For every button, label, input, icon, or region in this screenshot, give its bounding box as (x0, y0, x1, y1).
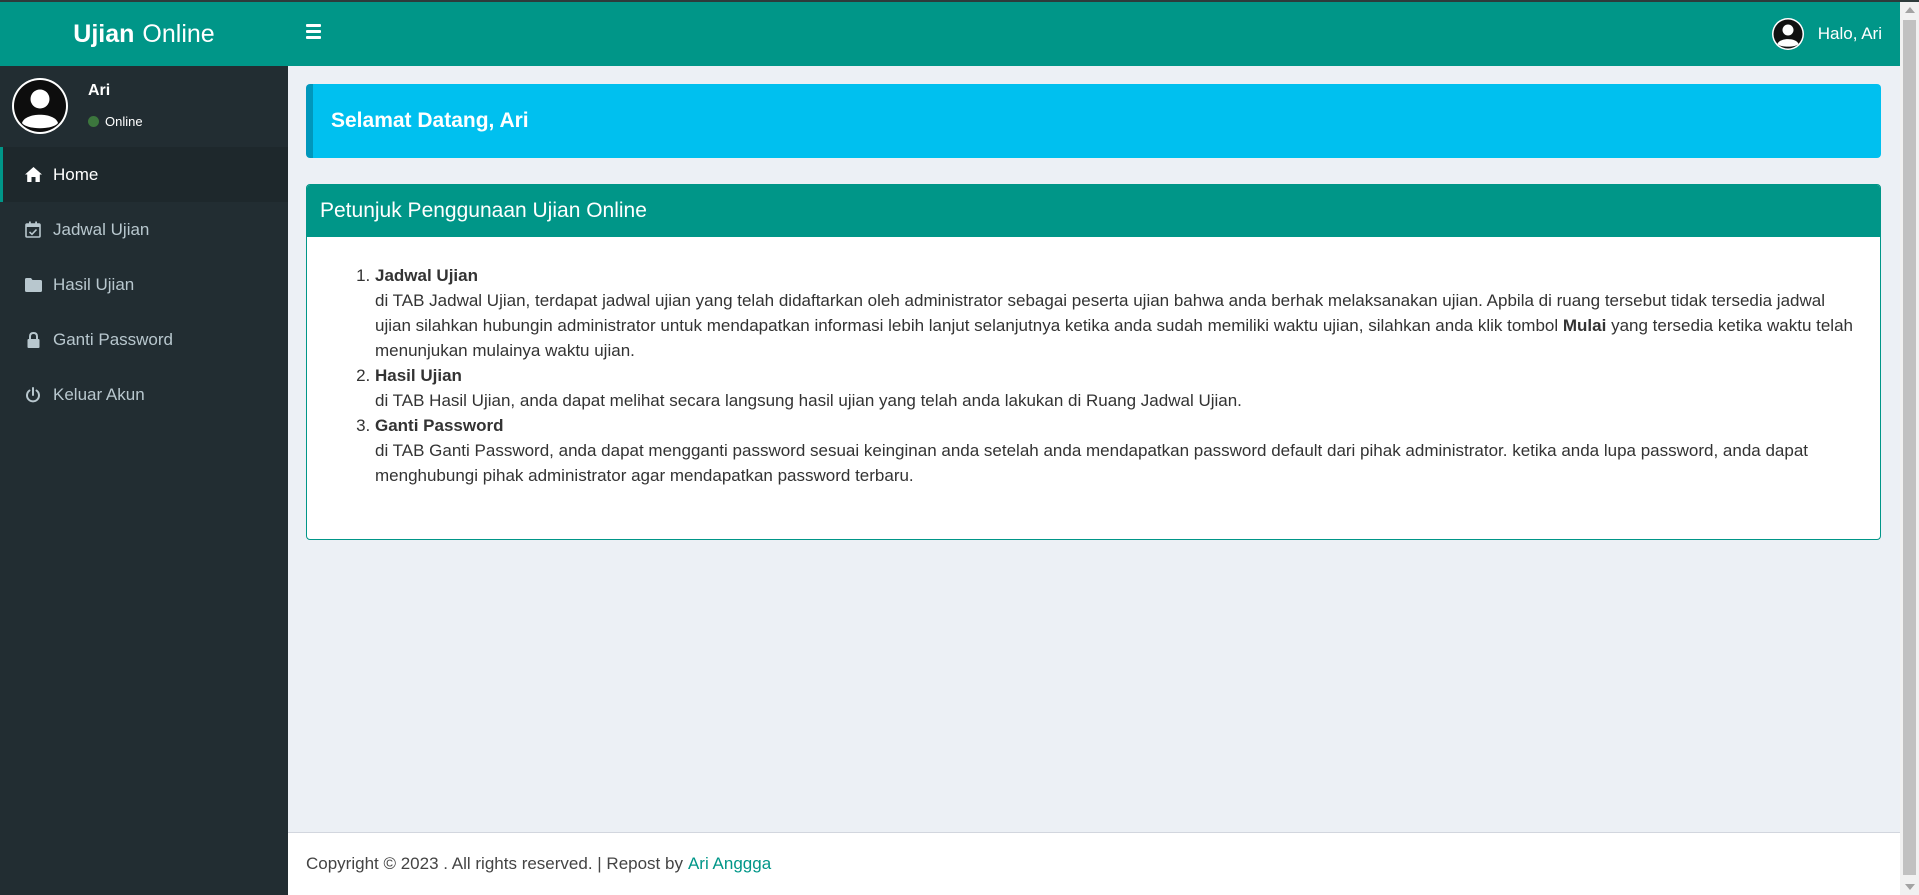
page-scrollbar[interactable] (1900, 2, 1919, 895)
sidebar-item-label: Hasil Ujian (53, 274, 135, 294)
step-text-bold: Mulai (1562, 316, 1607, 335)
sidebar-item-ganti-password[interactable]: Ganti Password (0, 312, 288, 367)
sidebar-user-name: Ari (88, 82, 111, 99)
footer-copyright: Copyright © 2023 . All rights reserved. … (306, 854, 683, 873)
sidebar-toggle-hamburger-icon[interactable] (306, 24, 324, 44)
sidebar-item-label: Home (53, 164, 99, 184)
sidebar-item-home[interactable]: Home (0, 147, 288, 202)
scrollbar-thumb[interactable] (1903, 20, 1916, 875)
guide-box: Petunjuk Penggunaan Ujian Online Jadwal … (306, 184, 1881, 540)
list-item: Hasil Ujian di TAB Hasil Ujian, anda dap… (375, 363, 1860, 413)
step-text: di TAB Ganti Password, anda dapat mengga… (375, 441, 1809, 485)
lock-icon (22, 330, 44, 350)
sidebar-item-label: Keluar Akun (53, 384, 145, 404)
user-panel: Ari Online (0, 66, 288, 146)
guide-steps-list: Jadwal Ujian di TAB Jadwal Ujian, terdap… (357, 263, 1860, 488)
step-text: di TAB Jadwal Ujian, terdapat jadwal uji… (375, 291, 1825, 335)
step-title: Hasil Ujian (375, 366, 462, 385)
sidebar-item-label: Jadwal Ujian (53, 219, 150, 239)
guide-title: Petunjuk Penggunaan Ujian Online (320, 199, 647, 222)
sidebar-item-hasil-ujian[interactable]: Hasil Ujian (0, 257, 288, 312)
logo-text: Online (142, 19, 215, 48)
scroll-up-arrow-icon[interactable] (1905, 7, 1915, 13)
online-status-label: Online (105, 114, 143, 129)
footer-author-link[interactable]: Ari Anggga (688, 854, 771, 874)
sidebar-menu: Home Jadwal Ujian Hasil Ujian Ganti Pass… (0, 147, 288, 422)
step-title: Ganti Password (375, 416, 504, 435)
home-icon (22, 165, 44, 185)
online-status: Online (88, 114, 143, 129)
welcome-callout: Selamat Datang, Ari (306, 84, 1881, 158)
top-navbar: Halo, Ari (288, 2, 1900, 66)
user-avatar-icon (1771, 18, 1804, 50)
list-item: Ganti Password di TAB Ganti Password, an… (375, 413, 1860, 488)
power-icon (22, 385, 44, 405)
user-greeting: Halo, Ari (1817, 24, 1882, 43)
step-text: di TAB Hasil Ujian, anda dapat melihat s… (375, 391, 1242, 410)
user-menu[interactable]: Halo, Ari (1771, 18, 1882, 50)
sidebar-item-keluar-akun[interactable]: Keluar Akun (0, 367, 288, 422)
logo-bold-text: Ujian (73, 19, 135, 48)
calendar-check-icon (22, 220, 44, 240)
guide-box-header: Petunjuk Penggunaan Ujian Online (307, 185, 1880, 237)
sidebar: Ari Online Home Jadwal Ujian Hasil Ujian (0, 66, 288, 895)
footer: Copyright © 2023 . All rights reserved. … (288, 832, 1900, 895)
guide-box-body: Jadwal Ujian di TAB Jadwal Ujian, terdap… (307, 237, 1880, 498)
scroll-down-arrow-icon[interactable] (1905, 884, 1915, 890)
step-title: Jadwal Ujian (375, 266, 478, 285)
sidebar-item-jadwal-ujian[interactable]: Jadwal Ujian (0, 202, 288, 257)
app-logo[interactable]: Ujian Online (0, 2, 288, 66)
welcome-text: Selamat Datang, Ari (331, 109, 529, 132)
avatar-icon (12, 78, 68, 134)
list-item: Jadwal Ujian di TAB Jadwal Ujian, terdap… (375, 263, 1860, 363)
sidebar-item-label: Ganti Password (53, 329, 173, 349)
online-dot-icon (88, 116, 99, 127)
folder-icon (22, 275, 44, 295)
main-content: Selamat Datang, Ari Petunjuk Penggunaan … (288, 66, 1900, 832)
